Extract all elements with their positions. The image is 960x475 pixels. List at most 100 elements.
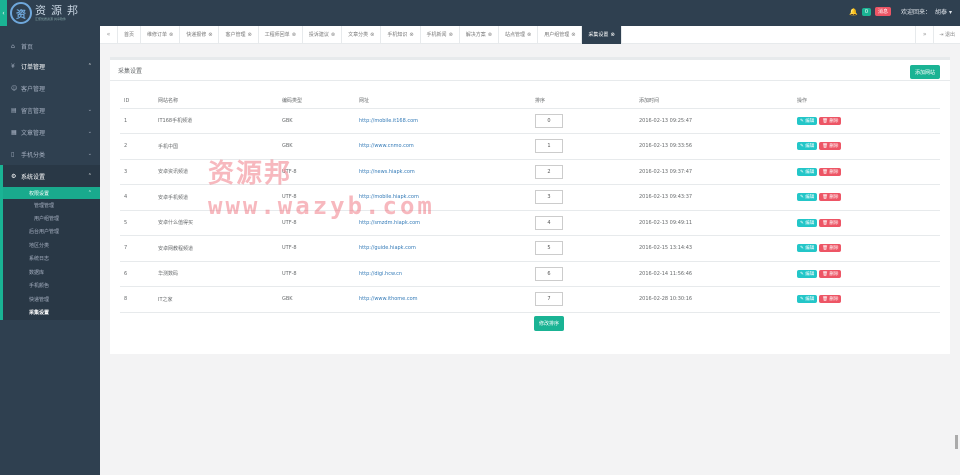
edit-button[interactable]: ✎ 编辑	[797, 269, 818, 278]
table-row: 1 IT168手机频道 GBK http://mobile.it168.com 0 201…	[120, 108, 940, 134]
edit-button[interactable]: ✎ 编辑	[797, 244, 818, 253]
cell-actions: ✎ 编辑 🗑 删除	[793, 235, 940, 262]
sidebar-subitem-system-log[interactable]: 系统日志	[3, 252, 100, 266]
cell-id: 4	[120, 184, 154, 211]
user-menu[interactable]: 胡泰 ▾	[935, 7, 952, 16]
scroll-indicator[interactable]	[955, 435, 958, 449]
site-url-link[interactable]: http://mobile.it168.com	[359, 118, 418, 124]
delete-button[interactable]: 🗑 删除	[819, 142, 842, 151]
tab-site-manage[interactable]: 站点管理 ⊗	[499, 25, 539, 44]
site-url-link[interactable]: http://www.cnmo.com	[359, 143, 414, 149]
sidebar-subitem-collect-settings[interactable]: 采集设置	[3, 306, 100, 320]
close-icon[interactable]: ⊗	[331, 32, 335, 38]
logo-title: 资源邦	[35, 3, 83, 17]
sidebar-item-home[interactable]: ⌂ 首页	[0, 37, 100, 55]
tab-article-categories[interactable]: 文章分类 ⊗	[342, 25, 382, 44]
sidebar-item-customers[interactable]: ☺ 客户管理	[0, 77, 100, 99]
sidebar-subitem-backend-users[interactable]: 后台用户管理	[3, 225, 100, 239]
sort-input[interactable]: 2	[535, 164, 563, 179]
sidebar-subitem-admin-manage[interactable]: 管理管理	[3, 199, 100, 212]
tab-solutions[interactable]: 解决方案 ⊗	[460, 25, 499, 44]
cell-id: 1	[120, 108, 154, 134]
tabs-scroll-right-icon[interactable]: »	[915, 25, 933, 44]
tab-user-groups[interactable]: 用户组管理 ⊗	[538, 25, 583, 44]
site-url-link[interactable]: http://guide.hiapk.com	[359, 245, 416, 251]
close-icon[interactable]: ⊗	[449, 32, 453, 38]
tab-mobile-knowledge[interactable]: 手机知识 ⊗	[381, 25, 421, 44]
sidebar-subitem-express[interactable]: 快递管理	[3, 292, 100, 306]
close-icon[interactable]: ⊗	[292, 32, 296, 38]
notification-count-badge[interactable]: 0	[861, 7, 872, 16]
tab-engineer-receipts[interactable]: 工程师回单 ⊗	[259, 25, 303, 44]
delete-button[interactable]: 🗑 删除	[819, 295, 842, 304]
close-icon[interactable]: ⊗	[208, 32, 212, 38]
site-url-link[interactable]: http://smzdm.hiapk.com	[359, 220, 420, 226]
close-icon[interactable]: ⊗	[488, 32, 492, 38]
cell-time: 2016-02-15 13:14:43	[635, 235, 793, 262]
bell-icon[interactable]: 🔔	[849, 8, 858, 16]
edit-icon: ✎	[800, 144, 804, 150]
tab-complaints[interactable]: 投诉建议 ⊗	[303, 25, 343, 44]
gear-icon: ⚙	[11, 172, 17, 180]
cell-encoding: GBK	[278, 108, 355, 134]
sort-input[interactable]: 5	[535, 241, 563, 256]
delete-button[interactable]: 🗑 删除	[819, 167, 842, 176]
cell-url: http://mobile.it168.com	[355, 108, 531, 134]
sidebar-item-system-settings[interactable]: ⚙ 系统设置 ⌃	[0, 165, 100, 187]
sidebar-subitem-phone-colors[interactable]: 手机颜色	[3, 279, 100, 293]
trash-icon: 🗑	[822, 169, 828, 175]
add-site-button[interactable]: 添加网站	[909, 65, 940, 79]
chevron-down-icon: ▾	[948, 9, 952, 16]
sidebar-toggle-icon[interactable]: ‹	[0, 0, 7, 26]
sort-input[interactable]: 3	[535, 190, 563, 205]
col-header-encoding: 编码类型	[278, 94, 355, 109]
sidebar-subitem-permissions[interactable]: 权限设置 ⌃	[3, 187, 100, 199]
sidebar-subitem-regions[interactable]: 地区分类	[3, 238, 100, 252]
delete-button[interactable]: 🗑 删除	[819, 218, 842, 227]
save-sort-button[interactable]: 修改排序	[534, 316, 565, 331]
tab-home[interactable]: 首页	[118, 25, 142, 44]
delete-button[interactable]: 🗑 删除	[819, 269, 842, 278]
edit-button[interactable]: ✎ 编辑	[797, 142, 818, 151]
message-badge[interactable]: 消息	[875, 7, 892, 16]
delete-button[interactable]: 🗑 删除	[819, 116, 842, 125]
tab-mobile-news[interactable]: 手机新闻 ⊗	[421, 25, 460, 44]
close-icon[interactable]: ⊗	[169, 32, 173, 38]
sort-input[interactable]: 6	[535, 266, 563, 281]
logout-button[interactable]: ⇥ 退出	[933, 25, 960, 44]
sidebar-subitem-database[interactable]: 数据库	[3, 265, 100, 279]
site-url-link[interactable]: http://news.hiapk.com	[359, 169, 415, 175]
tab-express-repair[interactable]: 快递报修 ⊗	[180, 25, 220, 44]
sort-input[interactable]: 4	[535, 215, 563, 230]
brand-logo[interactable]: 资 资源邦 汇聚优质资源 共享软件	[10, 2, 83, 24]
tab-repair-orders[interactable]: 维修订单 ⊗	[141, 25, 181, 44]
trash-icon: 🗑	[822, 271, 828, 277]
sidebar-item-mobile-category[interactable]: ▯ 手机分类 ⌄	[0, 143, 100, 165]
close-icon[interactable]: ⊗	[370, 32, 374, 38]
edit-button[interactable]: ✎ 编辑	[797, 116, 818, 125]
tabs-scroll-left-icon[interactable]: «	[100, 25, 118, 44]
site-url-link[interactable]: http://www.ithome.com	[359, 296, 418, 302]
sidebar-item-articles[interactable]: ▦ 文章管理 ⌄	[0, 121, 100, 143]
close-icon[interactable]: ⊗	[610, 32, 614, 38]
table-row: 7 安卓网教程频道 UTF-8 http://guide.hiapk.com 5 2016…	[120, 235, 940, 262]
close-icon[interactable]: ⊗	[571, 32, 575, 38]
close-icon[interactable]: ⊗	[527, 32, 531, 38]
delete-button[interactable]: 🗑 删除	[819, 193, 842, 202]
site-url-link[interactable]: http://digi.hcw.cn	[359, 271, 402, 277]
edit-button[interactable]: ✎ 编辑	[797, 295, 818, 304]
sort-input[interactable]: 1	[535, 139, 563, 154]
delete-button[interactable]: 🗑 删除	[819, 244, 842, 253]
close-icon[interactable]: ⊗	[247, 32, 251, 38]
edit-button[interactable]: ✎ 编辑	[797, 193, 818, 202]
sidebar-item-orders[interactable]: ¥ 订单管理 ⌃	[0, 55, 100, 77]
close-icon[interactable]: ⊗	[409, 32, 413, 38]
edit-button[interactable]: ✎ 编辑	[797, 167, 818, 176]
sort-input[interactable]: 0	[535, 113, 563, 128]
sort-input[interactable]: 7	[535, 292, 563, 307]
sidebar-item-messages[interactable]: ▤ 留言管理 ⌄	[0, 99, 100, 121]
edit-button[interactable]: ✎ 编辑	[797, 218, 818, 227]
tab-customers[interactable]: 客户管理 ⊗	[219, 25, 259, 44]
tab-collect-settings[interactable]: 采集设置 ⊗	[582, 25, 622, 44]
sidebar-subitem-user-groups[interactable]: 用户组管理	[3, 212, 100, 225]
